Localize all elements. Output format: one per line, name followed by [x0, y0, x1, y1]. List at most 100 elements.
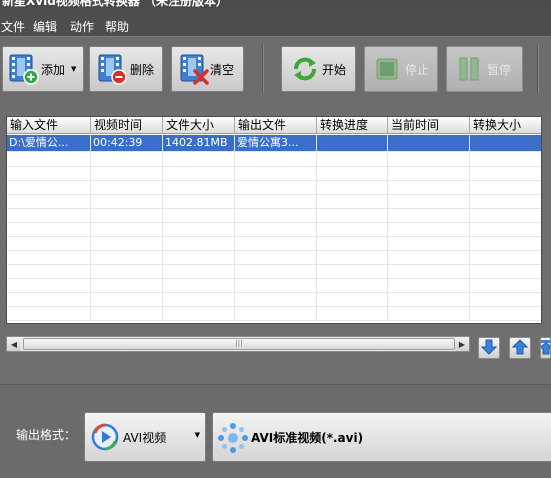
- empty-cell: [91, 279, 163, 293]
- empty-cell: [470, 251, 541, 265]
- empty-cell: [388, 181, 470, 195]
- format-value: AVI视频: [123, 431, 167, 445]
- column-file-size[interactable]: 文件大小: [163, 117, 235, 134]
- empty-cell: [91, 293, 163, 307]
- file-list-header: 输入文件 视频时间 文件大小 输出文件 转换进度 当前时间 转换大小: [7, 117, 541, 134]
- empty-cell: [317, 223, 388, 237]
- empty-row: [7, 307, 541, 321]
- toolbar-divider: [262, 45, 264, 93]
- empty-cell: [163, 223, 235, 237]
- empty-row: [7, 251, 541, 265]
- delete-button[interactable]: 删除: [89, 46, 163, 92]
- empty-cell: [7, 153, 91, 167]
- preset-dropdown[interactable]: AVI标准视频(*.avi): [212, 412, 551, 462]
- empty-cell: [7, 209, 91, 223]
- scroll-right-icon[interactable]: ▶: [455, 337, 469, 351]
- empty-cell: [470, 167, 541, 181]
- empty-cell: [91, 209, 163, 223]
- menu-file[interactable]: 文件: [1, 18, 25, 35]
- format-dropdown[interactable]: AVI视频 ▼: [84, 412, 206, 462]
- pause-button-label: 暂停: [487, 62, 512, 77]
- empty-row: [7, 293, 541, 307]
- preset-value: AVI标准视频(*.avi): [251, 431, 364, 445]
- empty-cell: [388, 167, 470, 181]
- cell-converted-size: [470, 135, 541, 152]
- move-top-button[interactable]: [540, 337, 551, 359]
- empty-cell: [163, 153, 235, 167]
- start-button[interactable]: 开始: [281, 46, 356, 92]
- empty-cell: [235, 265, 317, 279]
- empty-cell: [91, 167, 163, 181]
- empty-cell: [163, 167, 235, 181]
- menu-action[interactable]: 动作: [70, 18, 94, 35]
- empty-cell: [388, 251, 470, 265]
- empty-cell: [235, 209, 317, 223]
- cell-duration: 00:42:39: [91, 135, 163, 152]
- empty-cell: [388, 307, 470, 321]
- empty-cell: [235, 223, 317, 237]
- title-bar: 新星Xvid视频格式转换器 （未注册版本）: [0, 0, 551, 8]
- empty-cell: [388, 293, 470, 307]
- column-current-time[interactable]: 当前时间: [388, 117, 470, 134]
- column-progress[interactable]: 转换进度: [317, 117, 388, 134]
- scrollbar-thumb[interactable]: |||: [23, 338, 455, 350]
- horizontal-scrollbar[interactable]: ◀ ||| ▶: [6, 336, 470, 352]
- arrow-top-icon: [541, 339, 550, 358]
- column-converted-size[interactable]: 转换大小: [470, 117, 541, 134]
- empty-cell: [235, 251, 317, 265]
- empty-cell: [91, 307, 163, 321]
- empty-cell: [91, 181, 163, 195]
- column-video-duration[interactable]: 视频时间: [91, 117, 163, 134]
- menu-bar: 文件 编辑 动作 帮助: [0, 8, 551, 36]
- cell-size: 1402.81MB: [163, 135, 235, 152]
- dots-spinner-icon: [217, 422, 249, 454]
- empty-cell: [470, 293, 541, 307]
- film-add-icon: [7, 53, 39, 85]
- cell-input-file: D:\爱情公...: [7, 135, 91, 152]
- clear-button[interactable]: 清空: [171, 46, 244, 92]
- film-clear-icon: [178, 53, 210, 85]
- empty-cell: [163, 209, 235, 223]
- move-up-button[interactable]: [509, 337, 531, 359]
- chevron-down-icon[interactable]: ▼: [71, 65, 76, 73]
- stop-icon: [375, 57, 399, 81]
- move-down-button[interactable]: [478, 337, 500, 359]
- arrow-down-icon: [480, 339, 498, 358]
- pause-icon: [457, 56, 481, 82]
- empty-cell: [7, 279, 91, 293]
- empty-cell: [235, 153, 317, 167]
- stop-button-label: 停止: [405, 62, 430, 77]
- empty-cell: [235, 237, 317, 251]
- cell-output-file: 爱情公寓3...: [235, 135, 317, 152]
- empty-cell: [91, 265, 163, 279]
- column-output-file[interactable]: 输出文件: [235, 117, 317, 134]
- stop-button[interactable]: 停止: [364, 46, 438, 92]
- empty-row: [7, 209, 541, 223]
- empty-cell: [388, 279, 470, 293]
- empty-cell: [388, 265, 470, 279]
- add-button[interactable]: 添加 ▼: [2, 46, 84, 92]
- scroll-left-icon[interactable]: ◀: [7, 337, 21, 351]
- menu-help[interactable]: 帮助: [105, 18, 129, 35]
- cell-current-time: [388, 135, 470, 152]
- empty-cell: [235, 293, 317, 307]
- empty-row: [7, 265, 541, 279]
- empty-row: [7, 153, 541, 167]
- output-format-panel: 输出格式： AVI视频 ▼ AVI标准视频(*.avi): [0, 384, 551, 478]
- empty-cell: [91, 153, 163, 167]
- empty-cell: [235, 195, 317, 209]
- chevron-down-icon[interactable]: ▼: [195, 431, 200, 439]
- empty-cell: [470, 153, 541, 167]
- pause-button[interactable]: 暂停: [446, 46, 523, 92]
- empty-cell: [317, 293, 388, 307]
- empty-cell: [388, 195, 470, 209]
- empty-cell: [388, 153, 470, 167]
- empty-cell: [163, 293, 235, 307]
- delete-button-label: 删除: [130, 62, 155, 77]
- file-list[interactable]: 输入文件 视频时间 文件大小 输出文件 转换进度 当前时间 转换大小 D:\爱情…: [6, 116, 542, 324]
- empty-cell: [388, 223, 470, 237]
- table-row[interactable]: D:\爱情公... 00:42:39 1402.81MB 爱情公寓3...: [7, 135, 541, 152]
- menu-edit[interactable]: 编辑: [33, 18, 57, 35]
- empty-cell: [470, 181, 541, 195]
- column-input-file[interactable]: 输入文件: [7, 117, 91, 134]
